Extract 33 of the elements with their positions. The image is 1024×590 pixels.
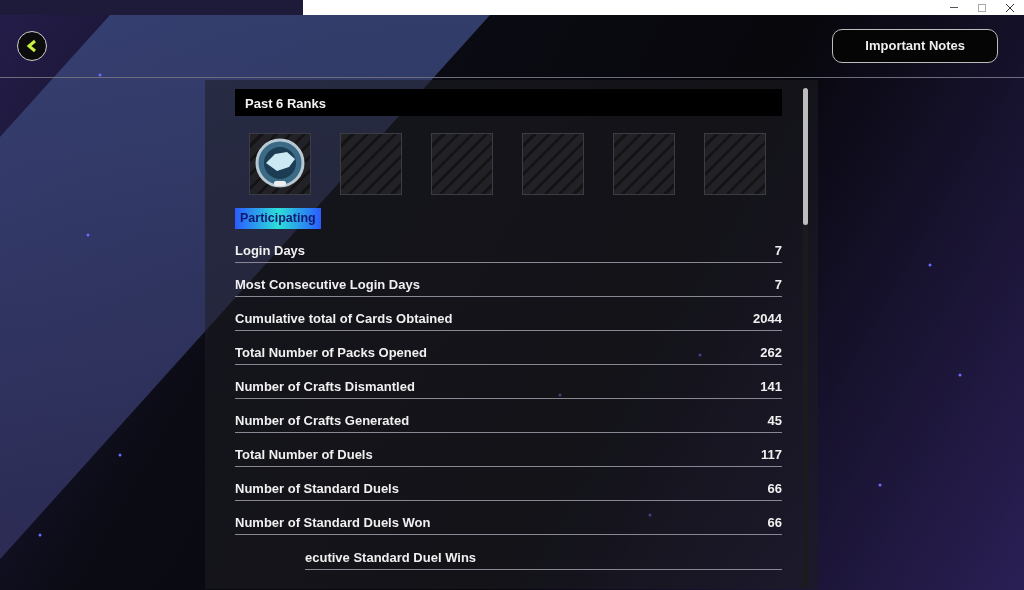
scrollbar-thumb[interactable] <box>803 88 808 225</box>
stat-value: 2044 <box>753 309 782 328</box>
stat-value: 117 <box>761 445 782 464</box>
stat-label: Total Number of Duels <box>235 445 373 464</box>
empty-rank-slot <box>522 133 584 195</box>
stat-label: Number of Standard Duels Won <box>235 513 431 532</box>
empty-rank-slot <box>340 133 402 195</box>
stat-label: Login Days <box>235 241 306 260</box>
chevron-left-icon <box>26 39 38 53</box>
stat-value: 66 <box>767 513 782 532</box>
stat-value: 141 <box>760 377 782 396</box>
stat-label: Number of Crafts Dismantled <box>235 377 415 396</box>
stat-value: 7 <box>774 275 782 294</box>
stat-value: 262 <box>760 343 782 362</box>
stat-label: Total Number of Packs Opened <box>235 343 427 362</box>
panel-title: Past 6 Ranks <box>235 89 782 116</box>
stat-label: Most Consecutive Login Days <box>235 275 420 294</box>
stat-value: 7 <box>774 241 782 260</box>
empty-rank-slot <box>704 133 766 195</box>
close-icon[interactable] <box>1006 3 1014 12</box>
important-notes-button[interactable]: Important Notes <box>832 29 998 63</box>
empty-rank-slot <box>613 133 675 195</box>
back-button[interactable] <box>17 31 47 61</box>
status-badge: Participating <box>235 208 321 229</box>
stat-value: 45 <box>767 411 782 430</box>
stat-value: 66 <box>767 479 782 498</box>
stat-label: Cumulative total of Cards Obtained <box>235 309 453 328</box>
empty-rank-slot <box>431 133 493 195</box>
stat-label: Number of Crafts Generated <box>235 411 410 430</box>
minimize-icon[interactable] <box>950 6 958 9</box>
stat-label: ecutive Standard Duel Wins <box>305 548 477 567</box>
stat-label: Number of Standard Duels <box>235 479 399 498</box>
scrollbar[interactable] <box>803 88 808 588</box>
